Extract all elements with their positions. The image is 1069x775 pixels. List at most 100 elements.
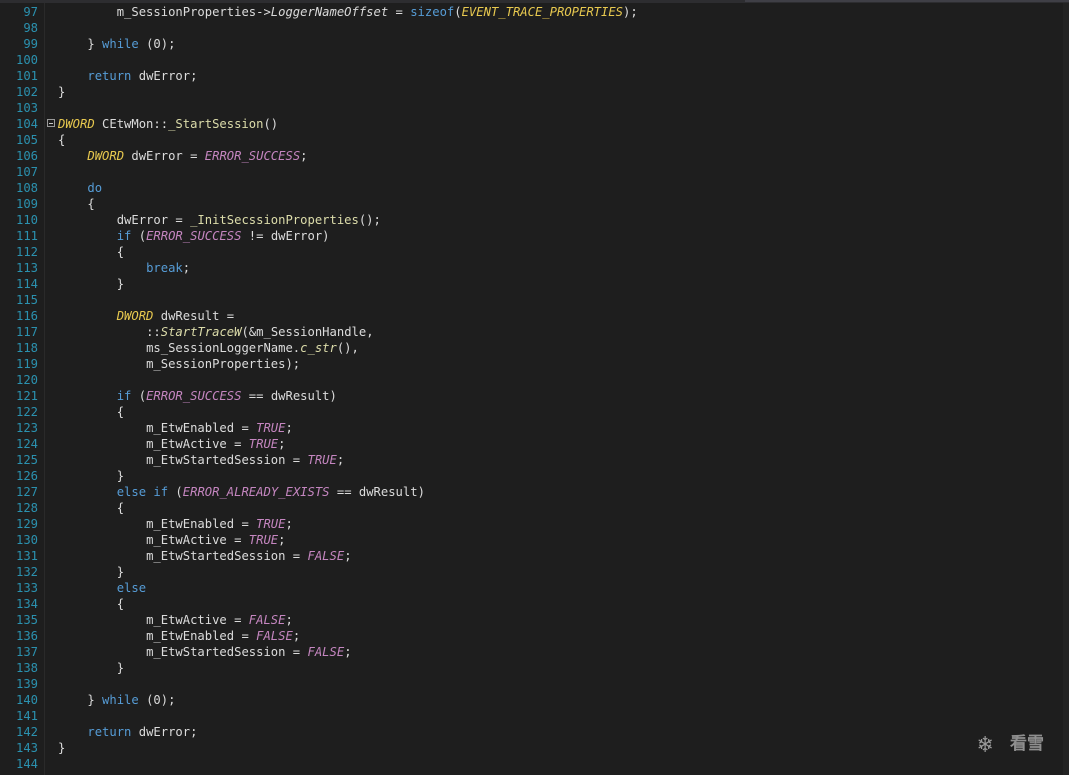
code-line[interactable]: 99 } while (0); bbox=[0, 36, 1060, 52]
code-token: { bbox=[116, 405, 125, 419]
code-line[interactable]: 141 bbox=[0, 708, 1060, 724]
code-line[interactable]: 137 m_EtwStartedSession = FALSE; bbox=[0, 644, 1060, 660]
macro-token: FALSE bbox=[256, 629, 293, 643]
code-token: ( bbox=[168, 485, 183, 499]
vertical-scrollbar[interactable] bbox=[1063, 3, 1069, 775]
code-line[interactable]: 116 DWORD dwResult = bbox=[0, 308, 1060, 324]
code-editor[interactable]: 97 m_SessionProperties->LoggerNameOffset… bbox=[0, 0, 1069, 775]
code-line[interactable]: 103 bbox=[0, 100, 1060, 116]
code-line[interactable]: 134 { bbox=[0, 596, 1060, 612]
code-token: m_EtwActive = bbox=[146, 437, 249, 451]
code-line[interactable]: 129 m_EtwEnabled = TRUE; bbox=[0, 516, 1060, 532]
code-line[interactable]: 119 m_SessionProperties); bbox=[0, 356, 1060, 372]
code-line[interactable]: 126 } bbox=[0, 468, 1060, 484]
code-token: { bbox=[116, 501, 125, 515]
code-token: ; bbox=[285, 517, 293, 531]
code-text: m_EtwStartedSession = FALSE; bbox=[58, 644, 351, 660]
code-token: { bbox=[58, 133, 66, 147]
code-text: m_EtwEnabled = TRUE; bbox=[58, 516, 293, 532]
code-line[interactable]: 118 ms_SessionLoggerName.c_str(), bbox=[0, 340, 1060, 356]
code-line[interactable]: 136 m_EtwEnabled = FALSE; bbox=[0, 628, 1060, 644]
code-line[interactable]: 127 else if (ERROR_ALREADY_EXISTS == dwR… bbox=[0, 484, 1060, 500]
macro-token: ERROR_SUCCESS bbox=[146, 389, 242, 403]
code-text: } while (0); bbox=[58, 692, 175, 708]
code-line[interactable]: 142 return dwError; bbox=[0, 724, 1060, 740]
code-line[interactable]: 114 } bbox=[0, 276, 1060, 292]
keyword-token: return bbox=[87, 69, 132, 83]
code-line[interactable]: 120 bbox=[0, 372, 1060, 388]
code-token: m_EtwActive = bbox=[146, 533, 249, 547]
line-number: 123 bbox=[15, 421, 38, 435]
code-line[interactable]: 124 m_EtwActive = TRUE; bbox=[0, 436, 1060, 452]
code-text: return dwError; bbox=[58, 724, 197, 740]
code-line[interactable]: 139 bbox=[0, 676, 1060, 692]
code-line[interactable]: 111 if (ERROR_SUCCESS != dwError) bbox=[0, 228, 1060, 244]
code-line[interactable]: 101 return dwError; bbox=[0, 68, 1060, 84]
code-line[interactable]: 143} bbox=[0, 740, 1060, 756]
code-line[interactable]: 113 break; bbox=[0, 260, 1060, 276]
code-line[interactable]: 122 { bbox=[0, 404, 1060, 420]
macro-token: TRUE bbox=[248, 533, 279, 547]
code-line[interactable]: 112 { bbox=[0, 244, 1060, 260]
code-token: == dwResult) bbox=[329, 485, 425, 499]
collapse-icon[interactable] bbox=[47, 119, 55, 127]
code-line[interactable]: 109 { bbox=[0, 196, 1060, 212]
code-line[interactable]: 138 } bbox=[0, 660, 1060, 676]
keyword-token: while bbox=[102, 37, 139, 51]
code-line[interactable]: 98 bbox=[0, 20, 1060, 36]
code-line[interactable]: 106 DWORD dwError = ERROR_SUCCESS; bbox=[0, 148, 1060, 164]
line-number: 103 bbox=[15, 101, 38, 115]
code-line[interactable]: 144 bbox=[0, 756, 1060, 772]
code-line[interactable]: 121 if (ERROR_SUCCESS == dwResult) bbox=[0, 388, 1060, 404]
code-lines[interactable]: 97 m_SessionProperties->LoggerNameOffset… bbox=[0, 4, 1060, 772]
line-number: 121 bbox=[15, 389, 38, 403]
code-token: != dwError) bbox=[241, 229, 330, 243]
code-line[interactable]: 123 m_EtwEnabled = TRUE; bbox=[0, 420, 1060, 436]
code-line[interactable]: 110 dwError = _InitSecssionProperties(); bbox=[0, 212, 1060, 228]
code-token: { bbox=[116, 245, 125, 259]
code-text: dwError = _InitSecssionProperties(); bbox=[58, 212, 381, 228]
code-line[interactable]: 100 bbox=[0, 52, 1060, 68]
code-line[interactable]: 117 ::StartTraceW(&m_SessionHandle, bbox=[0, 324, 1060, 340]
code-line[interactable]: 125 m_EtwStartedSession = TRUE; bbox=[0, 452, 1060, 468]
watermark: ❄ 看雪 bbox=[978, 730, 1058, 758]
code-line[interactable]: 135 m_EtwActive = FALSE; bbox=[0, 612, 1060, 628]
code-line[interactable]: 130 m_EtwActive = TRUE; bbox=[0, 532, 1060, 548]
macro-token: ERROR_SUCCESS bbox=[204, 149, 301, 163]
code-line[interactable]: 140 } while (0); bbox=[0, 692, 1060, 708]
code-line[interactable]: 104 DWORD CEtwMon::_StartSession() bbox=[0, 116, 1060, 132]
code-text: } bbox=[58, 740, 65, 756]
code-line[interactable]: 102} bbox=[0, 84, 1060, 100]
code-line[interactable]: 108 do bbox=[0, 180, 1060, 196]
function-token: _StartSession bbox=[168, 117, 264, 131]
code-line[interactable]: 107 bbox=[0, 164, 1060, 180]
keyword-token: break bbox=[146, 261, 183, 275]
code-token: ; bbox=[278, 437, 286, 451]
line-number: 115 bbox=[15, 293, 38, 307]
type-token: DWORD bbox=[87, 149, 125, 163]
function-token: StartTraceW bbox=[160, 325, 242, 339]
code-text: { bbox=[58, 196, 94, 212]
line-number: 111 bbox=[15, 229, 38, 243]
code-line[interactable]: 105 { bbox=[0, 132, 1060, 148]
line-number: 127 bbox=[15, 485, 38, 499]
code-line[interactable]: 97 m_SessionProperties->LoggerNameOffset… bbox=[0, 4, 1060, 20]
code-line[interactable]: 131 m_EtwStartedSession = FALSE; bbox=[0, 548, 1060, 564]
code-token: ( bbox=[131, 229, 147, 243]
code-line[interactable]: 115 bbox=[0, 292, 1060, 308]
macro-token: TRUE bbox=[307, 453, 337, 467]
code-line[interactable]: 128 { bbox=[0, 500, 1060, 516]
code-line[interactable]: 133 else bbox=[0, 580, 1060, 596]
code-line[interactable]: 132 } bbox=[0, 564, 1060, 580]
code-token: ); bbox=[623, 5, 638, 19]
